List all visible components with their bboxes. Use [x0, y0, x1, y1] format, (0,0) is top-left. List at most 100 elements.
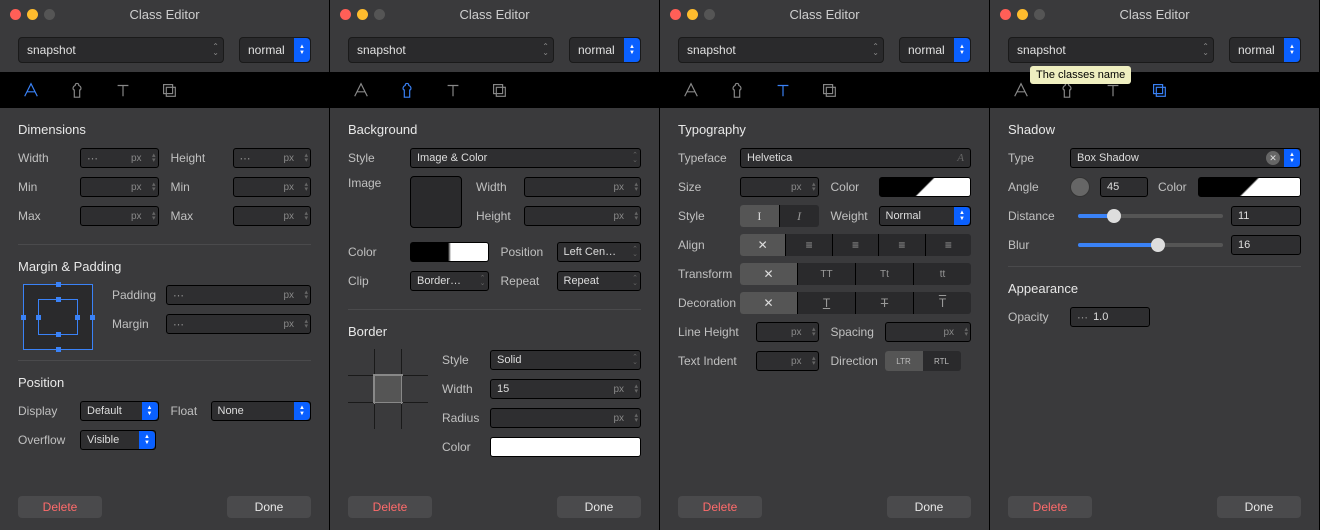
transform-lower[interactable]: tt	[914, 263, 971, 285]
mode-select[interactable]: normal	[239, 37, 311, 63]
transform-seg[interactable]: ✕ TT Tt tt	[740, 263, 971, 285]
clear-icon[interactable]: ✕	[1266, 151, 1280, 165]
classname-input[interactable]: snapshot⌃⌄	[18, 37, 224, 63]
lineheight-input[interactable]: px▴▾	[756, 322, 819, 342]
transform-cap[interactable]: Tt	[856, 263, 914, 285]
close-icon[interactable]	[340, 9, 351, 20]
blur-input[interactable]: 16	[1231, 235, 1301, 255]
style-normal[interactable]: I	[740, 205, 780, 227]
distance-input[interactable]: 11	[1231, 206, 1301, 226]
mode-select[interactable]: normal	[569, 37, 641, 63]
border-style-select[interactable]: Solid⌃⌄	[490, 350, 641, 370]
max-height-input[interactable]: px▴▾	[233, 206, 312, 226]
zoom-icon[interactable]	[44, 9, 55, 20]
deco-strike[interactable]: T	[856, 292, 914, 314]
minimize-icon[interactable]	[687, 9, 698, 20]
decoration-seg[interactable]: ✕ T T T	[740, 292, 971, 314]
classname-input[interactable]: snapshot⌃⌄	[348, 37, 554, 63]
transform-none[interactable]: ✕	[740, 263, 798, 285]
align-seg[interactable]: ✕ ≡ ≡ ≡ ≡	[740, 234, 971, 256]
dir-rtl[interactable]: RTL	[923, 351, 961, 371]
overflow-select[interactable]: Visible	[80, 430, 156, 450]
dir-ltr[interactable]: LTR	[885, 351, 923, 371]
mode-select[interactable]: normal	[1229, 37, 1301, 63]
align-none[interactable]: ✕	[740, 234, 786, 256]
tab-shadow[interactable]	[820, 81, 838, 99]
tab-shadow[interactable]	[490, 81, 508, 99]
margin-box-widget[interactable]	[23, 284, 93, 350]
done-button[interactable]: Done	[887, 496, 971, 518]
tab-typography[interactable]	[444, 81, 462, 99]
tab-shadow[interactable]	[1150, 81, 1168, 99]
display-select[interactable]: Default	[80, 401, 159, 421]
style-italic[interactable]: I	[780, 205, 819, 227]
delete-button[interactable]: Delete	[348, 496, 432, 518]
zoom-icon[interactable]	[1034, 9, 1045, 20]
close-icon[interactable]	[10, 9, 21, 20]
zoom-icon[interactable]	[374, 9, 385, 20]
angle-input[interactable]: 45	[1100, 177, 1148, 197]
deco-overline[interactable]: T	[914, 292, 971, 314]
close-icon[interactable]	[1000, 9, 1011, 20]
tab-dimensions[interactable]	[1012, 81, 1030, 99]
close-icon[interactable]	[670, 9, 681, 20]
height-input[interactable]: ⋯px▴▾	[233, 148, 312, 168]
done-button[interactable]: Done	[227, 496, 311, 518]
tab-typography[interactable]	[774, 81, 792, 99]
tab-dimensions[interactable]	[22, 81, 40, 99]
tab-dimensions[interactable]	[682, 81, 700, 99]
image-well[interactable]	[410, 176, 462, 228]
font-weight-select[interactable]: Normal	[879, 206, 972, 226]
min-width-input[interactable]: px▴▾	[80, 177, 159, 197]
classname-input[interactable]: snapshot⌃⌄	[1008, 37, 1214, 63]
tab-dimensions[interactable]	[352, 81, 370, 99]
delete-button[interactable]: Delete	[678, 496, 762, 518]
align-right[interactable]: ≡	[879, 234, 925, 256]
tab-background[interactable]	[728, 81, 746, 99]
angle-knob[interactable]	[1070, 177, 1090, 197]
font-color-swatch[interactable]	[879, 177, 972, 197]
align-justify[interactable]: ≡	[926, 234, 971, 256]
opacity-input[interactable]: ⋯ 1.0	[1070, 307, 1150, 327]
float-select[interactable]: None	[211, 401, 312, 421]
margin-input[interactable]: ⋯px▴▾	[166, 314, 311, 334]
minimize-icon[interactable]	[357, 9, 368, 20]
font-size-input[interactable]: px▴▾	[740, 177, 819, 197]
max-width-input[interactable]: px▴▾	[80, 206, 159, 226]
align-left[interactable]: ≡	[786, 234, 832, 256]
tab-background[interactable]	[398, 81, 416, 99]
tab-typography[interactable]	[114, 81, 132, 99]
direction-seg[interactable]: LTRRTL	[885, 351, 961, 371]
tab-shadow[interactable]	[160, 81, 178, 99]
border-radius-input[interactable]: px▴▾	[490, 408, 641, 428]
done-button[interactable]: Done	[1217, 496, 1301, 518]
border-side-picker[interactable]	[348, 349, 428, 429]
distance-slider[interactable]	[1078, 214, 1223, 218]
delete-button[interactable]: Delete	[18, 496, 102, 518]
spacing-input[interactable]: px▴▾	[885, 322, 972, 342]
tab-background[interactable]	[68, 81, 86, 99]
padding-input[interactable]: ⋯px▴▾	[166, 285, 311, 305]
shadow-type-select[interactable]: Box Shadow✕	[1070, 148, 1301, 168]
width-input[interactable]: ⋯px▴▾	[80, 148, 159, 168]
done-button[interactable]: Done	[557, 496, 641, 518]
deco-underline[interactable]: T	[798, 292, 856, 314]
bg-position-select[interactable]: Left Cen…⌃⌄	[557, 242, 642, 262]
mode-select[interactable]: normal	[899, 37, 971, 63]
bg-style-select[interactable]: Image & Color⌃⌄	[410, 148, 641, 168]
bg-width-input[interactable]: px▴▾	[524, 177, 641, 197]
typeface-input[interactable]: HelveticaA	[740, 148, 971, 168]
deco-none[interactable]: ✕	[740, 292, 798, 314]
border-color-swatch[interactable]	[490, 437, 641, 457]
minimize-icon[interactable]	[1017, 9, 1028, 20]
min-height-input[interactable]: px▴▾	[233, 177, 312, 197]
blur-slider[interactable]	[1078, 243, 1223, 247]
transform-upper[interactable]: TT	[798, 263, 856, 285]
zoom-icon[interactable]	[704, 9, 715, 20]
align-center[interactable]: ≡	[833, 234, 879, 256]
indent-input[interactable]: px▴▾	[756, 351, 819, 371]
shadow-color-swatch[interactable]	[1198, 177, 1301, 197]
font-style-seg[interactable]: II	[740, 205, 819, 227]
delete-button[interactable]: Delete	[1008, 496, 1092, 518]
bg-clip-select[interactable]: Border…⌃⌄	[410, 271, 489, 291]
